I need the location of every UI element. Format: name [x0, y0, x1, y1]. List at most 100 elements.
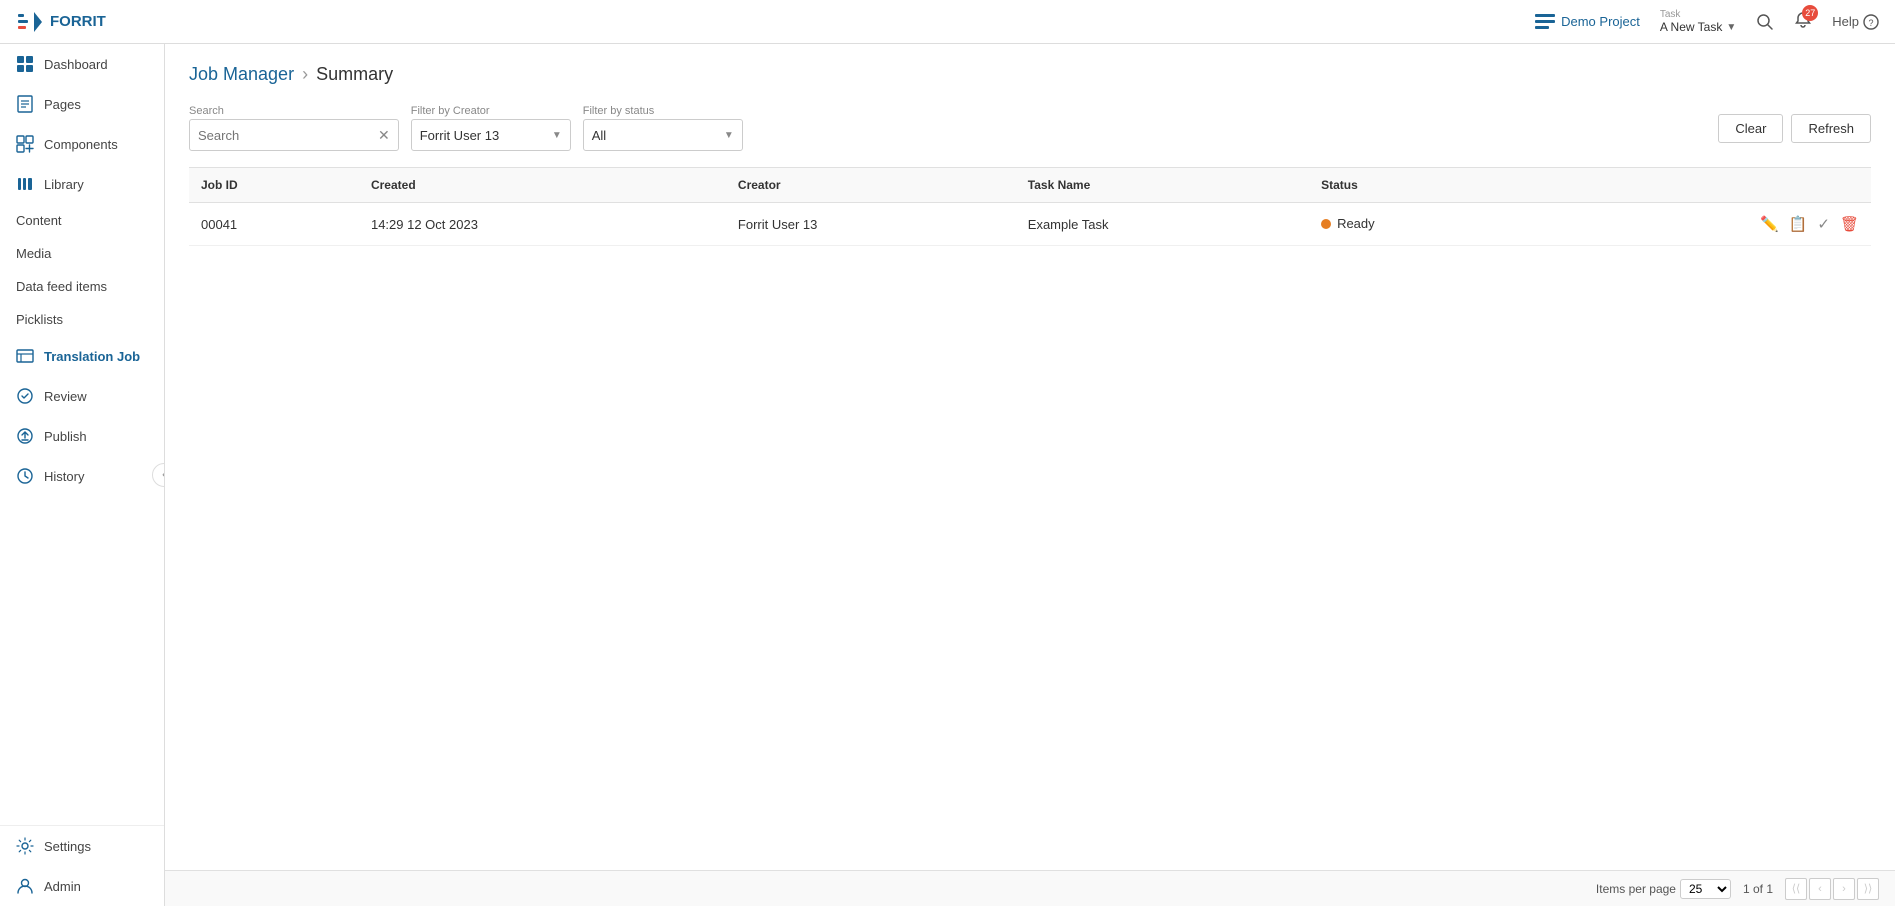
sidebar-label-dashboard: Dashboard: [44, 57, 108, 72]
sidebar-item-data-feed[interactable]: Data feed items: [0, 270, 164, 303]
creator-filter-group: Filter by Creator Forrit User 13 ▼: [411, 105, 571, 151]
sidebar-item-history[interactable]: History: [0, 456, 164, 496]
sidebar-item-picklists[interactable]: Picklists: [0, 303, 164, 336]
sidebar-item-media[interactable]: Media: [0, 237, 164, 270]
logo-text: FORRIT: [50, 13, 106, 30]
breadcrumb-parent[interactable]: Job Manager: [189, 64, 294, 85]
history-icon: [16, 467, 34, 485]
next-page-button[interactable]: ›: [1833, 878, 1855, 900]
sidebar-item-dashboard[interactable]: Dashboard: [0, 44, 164, 84]
creator-filter-value: Forrit User 13: [420, 128, 499, 143]
notification-count: 27: [1802, 5, 1818, 21]
sidebar-bottom: Settings Admin: [0, 825, 164, 906]
status-label: Ready: [1337, 216, 1375, 231]
task-dropdown-arrow[interactable]: ▼: [1726, 22, 1736, 33]
status-dot: Ready: [1321, 216, 1375, 231]
breadcrumb-separator: ›: [302, 64, 308, 85]
col-task-name: Task Name: [1016, 168, 1309, 203]
sidebar-label-admin: Admin: [44, 879, 81, 894]
sidebar-item-review[interactable]: Review: [0, 376, 164, 416]
sidebar-item-admin[interactable]: Admin: [0, 866, 164, 906]
row-actions: ✏️ 📋 ✓ 🗑: [1538, 215, 1859, 233]
topbar: FORRIT Demo Project Task A New Task ▼: [0, 0, 1895, 44]
library-icon: [16, 175, 34, 193]
pagination-buttons: ⟨⟨ ‹ › ⟩⟩: [1785, 878, 1879, 900]
status-filter-select[interactable]: All ▼: [583, 119, 743, 151]
task-selector[interactable]: Task A New Task ▼: [1660, 9, 1736, 34]
sidebar: Dashboard Pages Components: [0, 44, 165, 906]
settings-icon: [16, 837, 34, 855]
status-filter-value: All: [592, 128, 606, 143]
col-created: Created: [359, 168, 726, 203]
prev-page-button[interactable]: ‹: [1809, 878, 1831, 900]
sidebar-item-publish[interactable]: Publish: [0, 416, 164, 456]
svg-text:?: ?: [1869, 18, 1874, 28]
filters-bar: Search ✕ Filter by Creator Forrit User 1…: [189, 105, 1871, 151]
sidebar-item-library[interactable]: Library: [0, 164, 164, 204]
clear-button[interactable]: Clear: [1718, 114, 1783, 143]
sidebar-label-library: Library: [44, 177, 84, 192]
search-input[interactable]: [198, 128, 374, 143]
help-button[interactable]: Help ?: [1832, 14, 1879, 30]
creator-filter-label: Filter by Creator: [411, 105, 571, 117]
sidebar-label-review: Review: [44, 389, 87, 404]
last-page-button[interactable]: ⟩⟩: [1857, 878, 1879, 900]
cell-creator: Forrit User 13: [726, 203, 1016, 246]
pages-icon: [16, 95, 34, 113]
status-filter-label: Filter by status: [583, 105, 743, 117]
per-page-dropdown[interactable]: 25 50 100: [1680, 879, 1731, 899]
sidebar-label-history: History: [44, 469, 84, 484]
page-info: 1 of 1: [1743, 882, 1773, 896]
status-dot-circle: [1321, 219, 1331, 229]
sidebar-item-translation-job[interactable]: Translation Job: [0, 336, 164, 376]
copy-icon[interactable]: 📋: [1789, 215, 1808, 233]
edit-icon[interactable]: ✏️: [1760, 215, 1779, 233]
creator-filter-select[interactable]: Forrit User 13 ▼: [411, 119, 571, 151]
filter-actions: Clear Refresh: [1718, 114, 1871, 143]
sidebar-item-content[interactable]: Content: [0, 204, 164, 237]
refresh-button[interactable]: Refresh: [1791, 114, 1871, 143]
sidebar-item-pages[interactable]: Pages: [0, 84, 164, 124]
topbar-right: Demo Project Task A New Task ▼ 27 Help: [1535, 9, 1879, 34]
table-header: Job ID Created Creator Task Name Status: [189, 168, 1871, 203]
logo[interactable]: FORRIT: [16, 8, 106, 36]
cell-status: Ready: [1309, 203, 1526, 246]
search-clear-button[interactable]: ✕: [378, 127, 390, 144]
task-name: A New Task: [1660, 20, 1722, 34]
search-icon[interactable]: [1756, 13, 1774, 31]
cell-job-id: 00041: [189, 203, 359, 246]
project-selector[interactable]: Demo Project: [1535, 14, 1640, 30]
help-label: Help: [1832, 14, 1859, 29]
notifications-bell[interactable]: 27: [1794, 11, 1812, 32]
search-filter-group: Search ✕: [189, 105, 399, 151]
publish-icon: [16, 427, 34, 445]
sidebar-item-components[interactable]: Components: [0, 124, 164, 164]
table-row: 00041 14:29 12 Oct 2023 Forrit User 13 E…: [189, 203, 1871, 246]
jobs-table: Job ID Created Creator Task Name Status …: [189, 168, 1871, 246]
project-name: Demo Project: [1561, 14, 1640, 29]
first-page-button[interactable]: ⟨⟨: [1785, 878, 1807, 900]
sidebar-label-pages: Pages: [44, 97, 81, 112]
components-icon: [16, 135, 34, 153]
jobs-table-container: Job ID Created Creator Task Name Status …: [189, 167, 1871, 246]
translation-icon: [16, 347, 34, 365]
col-status: Status: [1309, 168, 1526, 203]
delete-icon[interactable]: 🗑: [1840, 215, 1859, 233]
dashboard-icon: [16, 55, 34, 73]
status-filter-group: Filter by status All ▼: [583, 105, 743, 151]
items-per-page-label: Items per page: [1596, 882, 1676, 896]
sidebar-label-settings: Settings: [44, 839, 91, 854]
admin-icon: [16, 877, 34, 895]
col-creator: Creator: [726, 168, 1016, 203]
sidebar-item-settings[interactable]: Settings: [0, 826, 164, 866]
table-body: 00041 14:29 12 Oct 2023 Forrit User 13 E…: [189, 203, 1871, 246]
page-header: Job Manager › Summary: [189, 64, 1871, 85]
approve-icon[interactable]: ✓: [1817, 215, 1830, 233]
cell-created: 14:29 12 Oct 2023: [359, 203, 726, 246]
search-input-wrapper: ✕: [189, 119, 399, 151]
task-section-label: Task: [1660, 9, 1736, 20]
per-page-selector: Items per page 25 50 100: [1596, 879, 1731, 899]
main-content-area: Job Manager › Summary Search ✕ Filter by…: [165, 44, 1895, 906]
task-name-row: A New Task ▼: [1660, 20, 1736, 34]
cell-task-name: Example Task: [1016, 203, 1309, 246]
